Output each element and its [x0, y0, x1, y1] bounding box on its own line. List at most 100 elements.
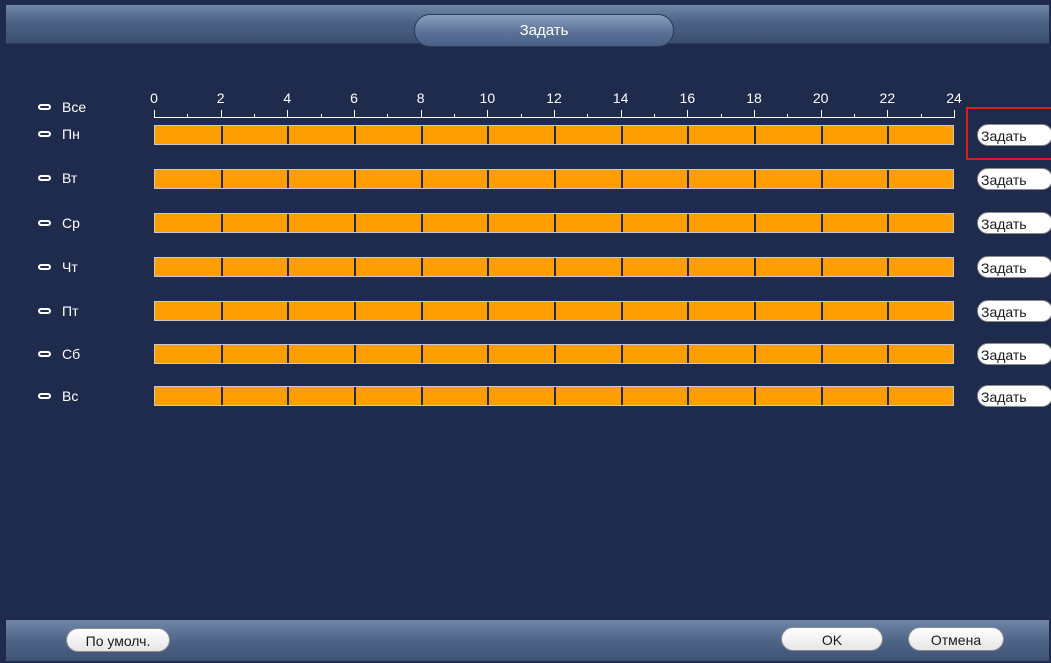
set-button-thu[interactable]: Задать: [977, 256, 1051, 278]
set-button-sat[interactable]: Задать: [977, 343, 1051, 365]
day-checkbox-tue[interactable]: Вт: [38, 168, 77, 188]
bar-segment-divider: [287, 345, 290, 363]
time-scale-tick: [854, 114, 855, 118]
day-label: Чт: [62, 259, 78, 275]
time-scale-label: 14: [612, 90, 629, 106]
day-label: Пн: [62, 126, 80, 142]
checkbox-icon: [38, 104, 51, 110]
bar-segment-divider: [487, 387, 490, 405]
day-checkbox-thu[interactable]: Чт: [38, 257, 78, 277]
time-scale-label: 20: [812, 90, 829, 106]
bar-segment-divider: [554, 302, 556, 320]
bar-segment-divider: [820, 258, 823, 276]
bar-segment-divider: [887, 302, 890, 320]
time-scale-label: 12: [546, 90, 562, 106]
checkbox-icon: [38, 220, 51, 226]
bar-segment-divider: [287, 170, 290, 188]
schedule-bar-thu[interactable]: [154, 257, 954, 277]
bar-segment-divider: [754, 214, 756, 232]
bar-segment-divider: [620, 302, 623, 320]
bar-segment-divider: [754, 258, 756, 276]
bar-segment-divider: [220, 170, 223, 188]
time-scale-tick: [920, 114, 922, 118]
bar-segment-divider: [287, 387, 290, 405]
bar-segment-divider: [354, 214, 356, 232]
bar-segment-divider: [287, 302, 290, 320]
schedule-bar-sun[interactable]: [154, 386, 954, 406]
dialog-title: Задать: [414, 14, 674, 47]
schedule-bar-tue[interactable]: [154, 169, 954, 189]
bar-segment-divider: [887, 170, 890, 188]
select-all-checkbox[interactable]: Все: [38, 97, 86, 117]
bar-segment-divider: [420, 214, 423, 232]
bar-segment-divider: [887, 345, 890, 363]
bar-segment-divider: [620, 170, 623, 188]
bar-segment-divider: [354, 258, 356, 276]
day-label: Вс: [62, 388, 79, 404]
bar-segment-divider: [554, 258, 556, 276]
bar-segment-divider: [554, 126, 556, 144]
highlight-frame: [966, 107, 1051, 160]
day-checkbox-sun[interactable]: Вс: [38, 386, 78, 406]
time-scale-tick: [220, 110, 222, 118]
checkbox-icon: [38, 264, 51, 270]
title-bar: Задать: [6, 5, 1049, 47]
schedule-bar-wed[interactable]: [154, 213, 954, 233]
bar-segment-divider: [287, 258, 290, 276]
checkbox-icon: [38, 308, 51, 314]
bar-segment-divider: [620, 126, 623, 144]
bar-segment-divider: [220, 345, 223, 363]
default-button[interactable]: По умолч.: [66, 628, 170, 652]
bar-segment-divider: [820, 214, 823, 232]
day-checkbox-mon[interactable]: Пн: [38, 124, 80, 144]
time-scale-label: 18: [746, 90, 762, 106]
bar-segment-divider: [754, 126, 756, 144]
time-scale-label: 2: [216, 90, 225, 106]
bar-segment-divider: [620, 258, 623, 276]
time-scale-tick: [487, 110, 489, 118]
bar-segment-divider: [887, 387, 890, 405]
day-checkbox-sat[interactable]: Сб: [38, 344, 80, 364]
time-scale-tick: [787, 114, 789, 118]
day-checkbox-wed[interactable]: Ср: [38, 213, 80, 233]
schedule-bar-mon[interactable]: [154, 125, 954, 145]
bar-segment-divider: [487, 214, 490, 232]
ok-button[interactable]: OK: [781, 627, 883, 651]
set-button-tue[interactable]: Задать: [977, 168, 1051, 190]
time-scale-tick: [554, 110, 555, 118]
cancel-button[interactable]: Отмена: [908, 627, 1004, 651]
bar-segment-divider: [420, 258, 423, 276]
bar-segment-divider: [420, 387, 423, 405]
time-scale-tick: [820, 110, 822, 118]
bar-segment-divider: [554, 214, 556, 232]
bar-segment-divider: [220, 302, 223, 320]
bar-segment-divider: [354, 126, 356, 144]
day-label: Ср: [62, 215, 80, 231]
time-scale-tick: [187, 114, 189, 118]
bar-segment-divider: [687, 387, 690, 405]
bar-segment-divider: [487, 345, 490, 363]
set-button-wed[interactable]: Задать: [977, 212, 1051, 234]
time-scale-tick: [287, 110, 289, 118]
set-button-sun[interactable]: Задать: [977, 385, 1051, 407]
schedule-bar-sat[interactable]: [154, 344, 954, 364]
footer-bar: По умолч. OK Отмена: [6, 620, 1049, 661]
schedule-bar-fri[interactable]: [154, 301, 954, 321]
bar-segment-divider: [620, 345, 623, 363]
time-scale-tick: [387, 114, 389, 118]
time-scale-tick: [754, 110, 755, 118]
bar-segment-divider: [287, 126, 290, 144]
day-label: Вт: [62, 170, 78, 186]
day-checkbox-fri[interactable]: Пт: [38, 301, 78, 321]
time-scale-tick: [687, 110, 689, 118]
bar-segment-divider: [887, 126, 890, 144]
bar-segment-divider: [487, 170, 490, 188]
bar-segment-divider: [754, 302, 756, 320]
bar-segment-divider: [354, 170, 356, 188]
set-button-fri[interactable]: Задать: [977, 300, 1051, 322]
bar-segment-divider: [687, 214, 690, 232]
bar-segment-divider: [420, 170, 423, 188]
time-scale-label: 16: [679, 90, 696, 106]
bar-segment-divider: [754, 170, 756, 188]
time-scale-label: 6: [350, 90, 358, 106]
